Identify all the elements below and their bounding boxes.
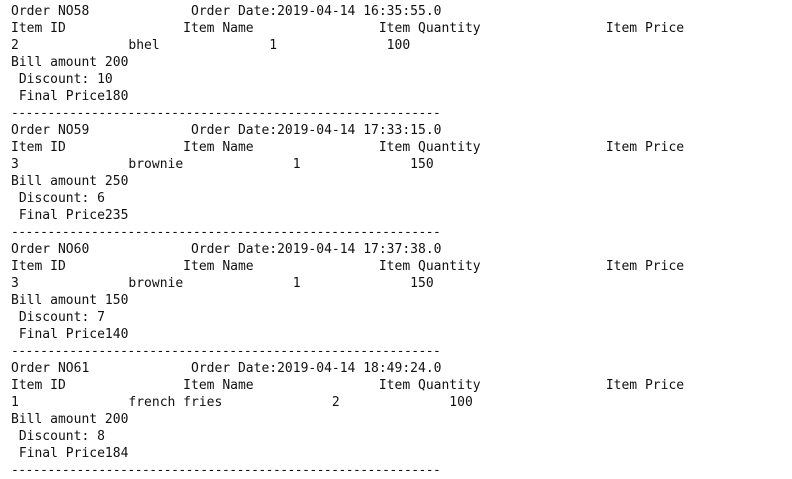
order-block: Order NO59 Order Date:2019-04-14 17:33:1… — [11, 122, 786, 241]
item-row: 3 brownie 1 150 — [11, 276, 434, 291]
order-header-line: Order NO61 Order Date:2019-04-14 18:49:2… — [11, 361, 442, 376]
order-header-line: Order NO59 Order Date:2019-04-14 17:33:1… — [11, 123, 442, 138]
column-header-line: Item ID Item Name Item Quantity Item Pri… — [11, 378, 685, 393]
item-row: 1 french fries 2 100 — [11, 395, 473, 410]
final-price-line: Final Price180 — [11, 89, 129, 104]
column-header-line: Item ID Item Name Item Quantity Item Pri… — [11, 259, 685, 274]
final-price-line: Final Price184 — [11, 446, 129, 461]
order-header-line: Order NO58 Order Date:2019-04-14 16:35:5… — [11, 4, 442, 19]
discount-line: Discount: 7 — [11, 310, 105, 325]
discount-line: Discount: 6 — [11, 191, 105, 206]
column-header-line: Item ID Item Name Item Quantity Item Pri… — [11, 140, 685, 155]
item-row: 3 brownie 1 150 — [11, 157, 434, 172]
final-price-line: Final Price235 — [11, 208, 129, 223]
order-block: Order NO61 Order Date:2019-04-14 18:49:2… — [11, 360, 786, 479]
final-price-line: Final Price140 — [11, 327, 129, 342]
separator-line: ----------------------------------------… — [11, 225, 441, 240]
bill-amount-line: Bill amount 200 — [11, 55, 129, 70]
bill-amount-line: Bill amount 200 — [11, 412, 129, 427]
column-header-line: Item ID Item Name Item Quantity Item Pri… — [11, 21, 685, 36]
bill-amount-line: Bill amount 250 — [11, 174, 129, 189]
bill-amount-line: Bill amount 150 — [11, 293, 129, 308]
item-row: 2 bhel 1 100 — [11, 38, 411, 53]
separator-line: ----------------------------------------… — [11, 106, 441, 121]
order-header-line: Order NO60 Order Date:2019-04-14 17:37:3… — [11, 242, 442, 257]
order-block: Order NO60 Order Date:2019-04-14 17:37:3… — [11, 241, 786, 360]
separator-line: ----------------------------------------… — [11, 344, 441, 359]
discount-line: Discount: 8 — [11, 429, 105, 444]
order-block: Order NO58 Order Date:2019-04-14 16:35:5… — [11, 3, 786, 122]
discount-line: Discount: 10 — [11, 72, 113, 87]
console-output: Order NO58 Order Date:2019-04-14 16:35:5… — [11, 3, 786, 479]
